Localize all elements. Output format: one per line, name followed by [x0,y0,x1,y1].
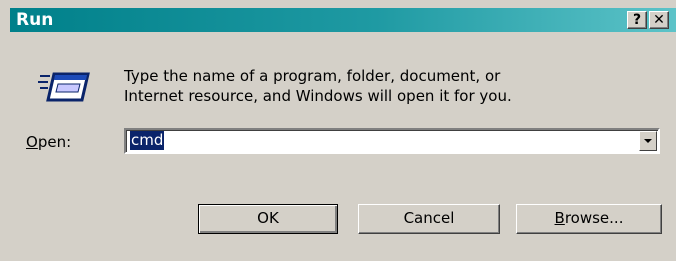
close-button[interactable]: ✕ [649,11,669,29]
cancel-button[interactable]: Cancel [358,204,500,234]
title-bar[interactable]: Run ? ✕ [10,8,676,32]
window-title: Run [16,10,54,30]
open-label-access-key: O [26,133,38,151]
dropdown-button[interactable] [639,131,657,151]
close-icon: ✕ [653,12,665,28]
open-label-rest: pen: [37,133,72,151]
run-program-icon [38,72,90,102]
open-input-value[interactable]: cmd [130,131,165,150]
browse-access-key: B [554,209,565,227]
open-label: Open: [26,133,71,151]
help-button[interactable]: ? [627,11,647,29]
description-text: Type the name of a program, folder, docu… [124,67,512,105]
browse-button[interactable]: Browse... [516,204,662,234]
browse-label-rest: rowse... [564,209,624,227]
run-dialog: Run ? ✕ Type the name of a program, fold… [0,0,676,261]
ok-button[interactable]: OK [198,204,338,234]
open-combobox[interactable]: cmd [124,128,660,154]
